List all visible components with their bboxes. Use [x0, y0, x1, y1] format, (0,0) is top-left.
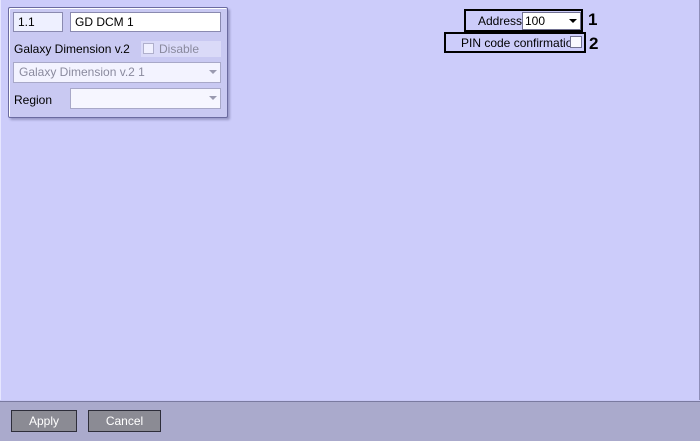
object-panel: 1.1 GD DCM 1 Galaxy Dimension v.2 Disabl…: [8, 7, 228, 118]
settings-workspace: 1.1 GD DCM 1 Galaxy Dimension v.2 Disabl…: [0, 0, 700, 400]
cancel-button[interactable]: Cancel: [88, 410, 161, 432]
region-select[interactable]: [70, 88, 221, 109]
footer-bar: Apply Cancel: [0, 401, 700, 441]
pin-confirmation-label: PIN code confirmation: [461, 36, 580, 50]
region-label: Region: [14, 93, 53, 107]
pin-confirmation-checkbox[interactable]: [570, 36, 582, 48]
parent-device-value: Galaxy Dimension v.2 1: [19, 65, 145, 79]
parent-device-select[interactable]: Galaxy Dimension v.2 1: [13, 62, 221, 83]
pin-highlight-frame: PIN code confirmation: [444, 32, 586, 53]
chevron-down-icon: [209, 96, 217, 100]
address-value: 100: [525, 14, 546, 28]
disable-checkbox[interactable]: [143, 43, 154, 54]
object-name-field[interactable]: GD DCM 1: [70, 12, 221, 32]
parent-type-label: Galaxy Dimension v.2: [14, 42, 130, 56]
object-id-field[interactable]: 1.1: [13, 12, 63, 32]
disable-label: Disable: [159, 42, 200, 56]
address-select[interactable]: 100: [522, 12, 581, 30]
chevron-down-icon: [209, 70, 217, 74]
disable-checkbox-group[interactable]: Disable: [141, 41, 221, 57]
address-highlight-frame: Address: 100: [464, 9, 583, 32]
callout-marker-1: 1: [588, 10, 598, 29]
callout-marker-2: 2: [589, 34, 599, 53]
apply-button[interactable]: Apply: [11, 410, 77, 432]
chevron-down-icon: [569, 19, 577, 23]
address-label: Address:: [478, 14, 526, 28]
address-dropdown-button[interactable]: [566, 13, 580, 29]
